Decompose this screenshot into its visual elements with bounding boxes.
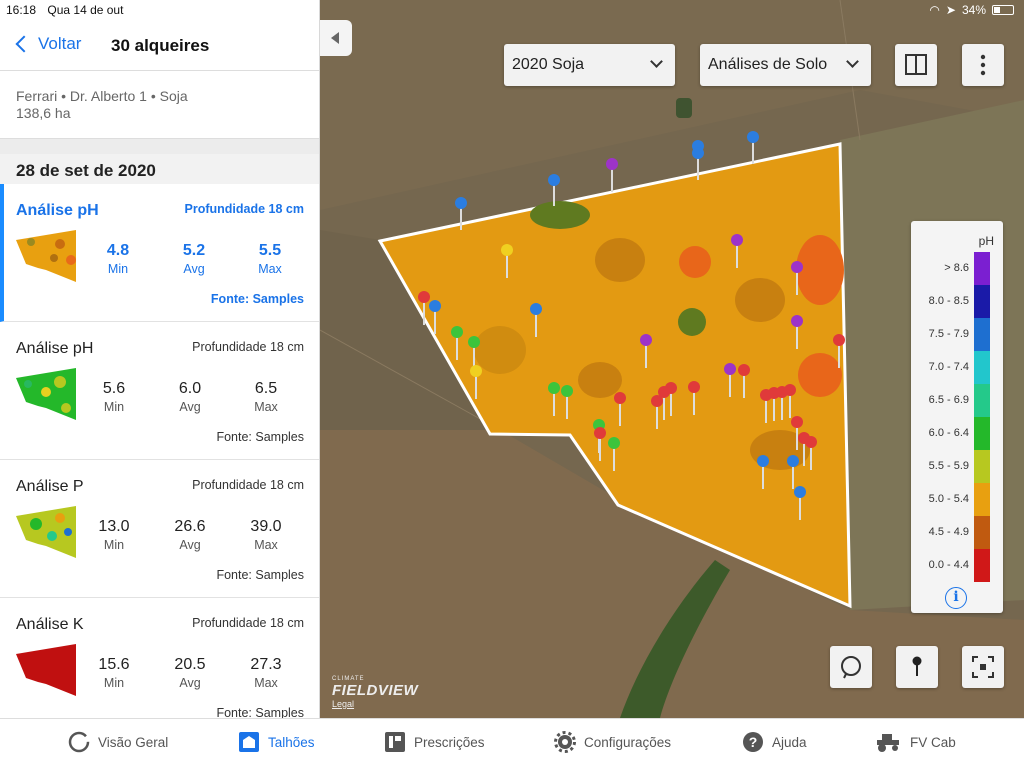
card-depth: Profundidade 18 cm (192, 478, 304, 492)
card-title: Análise pH (16, 340, 94, 357)
back-button[interactable]: Voltar (14, 34, 81, 54)
left-panel: 16:18 Qua 14 de out Voltar 30 alqueires … (0, 0, 320, 718)
tractor-icon (877, 734, 899, 752)
fit-bounds-icon (972, 656, 994, 678)
tab-fv-cab[interactable]: FV Cab (874, 731, 956, 753)
legend-row: > 8.6 (911, 252, 1003, 285)
card-source: Fonte: Samples (216, 430, 304, 444)
nav-bar: Voltar 30 alqueires (0, 30, 319, 70)
layer-select-value: Análises de Solo (708, 56, 828, 73)
card-title: Análise P (16, 478, 84, 495)
wifi-icon: ◠ (929, 3, 940, 17)
season-select[interactable]: 2020 Soja (504, 44, 675, 86)
analysis-card-ph-selected[interactable]: Análise pH Profundidade 18 cm 4.8 Min 5.2… (0, 184, 319, 322)
legend-row: 5.0 - 5.4 (911, 483, 1003, 516)
card-source: Fonte: Samples (210, 292, 304, 306)
tab-overview[interactable]: Visão Geral (68, 731, 168, 753)
legend-row: 7.5 - 7.9 (911, 318, 1003, 351)
svg-text:?: ? (749, 734, 758, 750)
map-view[interactable]: ◠ ➤ 34% 2020 Soja Análises de Solo pH > … (320, 0, 1024, 718)
field-info: Ferrari • Dr. Alberto 1 • Soja 138,6 ha (0, 70, 319, 138)
gear-icon (554, 731, 576, 753)
map-thumbnail (16, 368, 76, 420)
tab-fields[interactable]: Talhões (238, 731, 315, 753)
analysis-card-ph[interactable]: Análise pH Profundidade 18 cm 5.6 Min 6.0… (0, 322, 319, 460)
tab-help[interactable]: ? Ajuda (742, 731, 807, 753)
card-source: Fonte: Samples (216, 568, 304, 582)
stat-max: 27.3 Max (250, 656, 282, 690)
help-icon: ? (743, 732, 763, 752)
stat-avg: 26.6 Avg (174, 518, 206, 552)
card-depth: Profundidade 18 cm (192, 616, 304, 630)
legend-row: 4.5 - 4.9 (911, 516, 1003, 549)
pin-icon (912, 656, 922, 676)
stat-min: 5.6 Min (102, 380, 126, 414)
drop-pin-button[interactable] (896, 646, 938, 688)
legal-link[interactable]: Legal (332, 699, 418, 709)
card-source: Fonte: Samples (216, 706, 304, 718)
legend-row: 7.0 - 7.4 (911, 351, 1003, 384)
lasso-icon (841, 656, 861, 679)
tab-bar: Visão Geral Talhões Prescrições Configur… (0, 718, 1024, 768)
fields-icon (239, 732, 259, 752)
tab-prescriptions[interactable]: Prescrições (384, 731, 485, 753)
chevron-left-icon (15, 35, 33, 53)
status-bar-right: ◠ ➤ 34% (929, 3, 1014, 17)
map-thumbnail (16, 230, 76, 282)
stat-avg: 6.0 Avg (178, 380, 202, 414)
chevron-down-icon (650, 55, 663, 68)
split-view-button[interactable] (895, 44, 937, 86)
status-time: 16:18 (6, 3, 37, 17)
card-depth: Profundidade 18 cm (192, 340, 304, 354)
back-label: Voltar (38, 34, 82, 53)
legend-row: 5.5 - 5.9 (911, 450, 1003, 483)
circle-icon (68, 731, 90, 753)
fit-to-field-button[interactable] (962, 646, 1004, 688)
legend-row: 0.0 - 4.4 (911, 549, 1003, 582)
battery-icon (992, 5, 1014, 15)
card-depth: Profundidade 18 cm (184, 202, 304, 216)
stat-min: 15.6 Min (98, 656, 130, 690)
divider (0, 138, 319, 154)
stat-min: 13.0 Min (98, 518, 130, 552)
split-view-icon (905, 54, 927, 75)
map-thumbnail (16, 644, 76, 696)
more-vertical-icon (980, 54, 986, 76)
analysis-card-p[interactable]: Análise P Profundidade 18 cm 13.0 Min 26.… (0, 460, 319, 598)
section-date: 28 de set de 2020 (0, 154, 319, 184)
stat-min: 4.8 Min (106, 242, 130, 276)
lasso-button[interactable] (830, 646, 872, 688)
battery-percent: 34% (961, 3, 986, 17)
card-title: Análise pH (16, 202, 99, 219)
map-thumbnail (16, 506, 76, 558)
prescription-icon (385, 732, 405, 752)
legend-unit: pH (978, 234, 994, 248)
legend-row: 8.0 - 8.5 (911, 285, 1003, 318)
layer-select[interactable]: Análises de Solo (700, 44, 871, 86)
stat-avg: 5.2 Avg (182, 242, 206, 276)
stat-max: 39.0 Max (250, 518, 282, 552)
stat-max: 5.5 Max (258, 242, 282, 276)
status-bar: 16:18 Qua 14 de out (6, 3, 131, 17)
analysis-card-k[interactable]: Análise K Profundidade 18 cm 15.6 Min 20.… (0, 598, 319, 718)
collapse-panel-button[interactable] (320, 20, 352, 56)
status-date: Qua 14 de out (47, 3, 124, 17)
tab-settings[interactable]: Configurações (554, 731, 671, 753)
fieldview-logo: CLIMATE FIELDVIEW Legal (332, 676, 419, 709)
season-select-value: 2020 Soja (512, 56, 585, 73)
ph-legend: pH > 8.6 8.0 - 8.5 7.5 - 7.9 7.0 - 7.4 6… (911, 221, 1003, 613)
page-title: 30 alqueires (111, 36, 210, 55)
field-info-line: Ferrari • Dr. Alberto 1 • Soja (16, 88, 188, 104)
stat-max: 6.5 Max (254, 380, 278, 414)
legend-row: 6.0 - 6.4 (911, 417, 1003, 450)
legend-row: 6.5 - 6.9 (911, 384, 1003, 417)
chevron-down-icon (846, 55, 859, 68)
info-icon[interactable]: i (945, 587, 967, 609)
stat-avg: 20.5 Avg (174, 656, 206, 690)
field-area: 138,6 ha (16, 105, 71, 121)
more-options-button[interactable] (962, 44, 1004, 86)
card-title: Análise K (16, 616, 84, 633)
location-icon: ➤ (945, 3, 956, 17)
